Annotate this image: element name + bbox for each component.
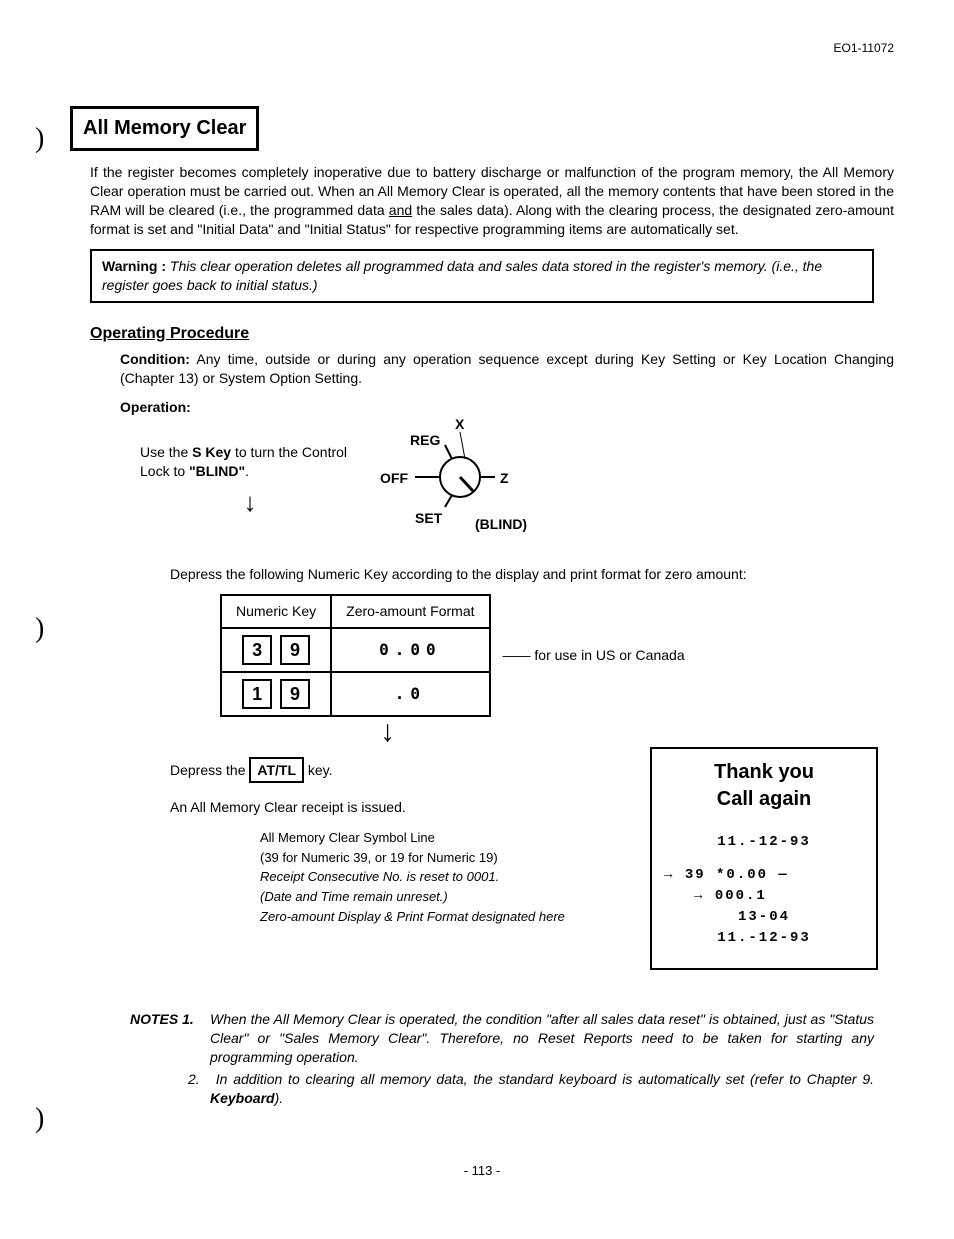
intro-paragraph: If the register becomes completely inope… — [90, 163, 894, 239]
condition-text: Any time, outside or during any operatio… — [120, 351, 894, 386]
warning-text: This clear operation deletes all program… — [102, 258, 822, 293]
notes-section: NOTES 1. When the All Memory Clear is op… — [130, 1010, 874, 1112]
key-3: 3 — [242, 635, 272, 665]
key-9: 9 — [280, 635, 310, 665]
receipt-thankyou: Thank you — [664, 759, 864, 786]
note-2: 2. In addition to clearing all memory da… — [210, 1070, 874, 1108]
note-1: When the All Memory Clear is operated, t… — [210, 1010, 874, 1067]
section-title: All Memory Clear — [70, 106, 259, 151]
fmt-0: .0 — [395, 684, 426, 703]
receipt-annotations: All Memory Clear Symbol Line (39 for Num… — [260, 827, 610, 969]
key-1: 1 — [242, 679, 272, 709]
document-id: EO1-11072 — [70, 40, 894, 56]
receipt-amount: → 39 *0.00 — — [664, 866, 864, 885]
condition-line: Condition: Any time, outside or during a… — [120, 350, 894, 388]
numeric-key-table: Numeric Key Zero-amount Format 3 9 0.00 … — [220, 594, 491, 717]
down-arrow-icon: ↓ — [380, 717, 894, 747]
table-row-note: —— for use in US or Canada — [503, 646, 685, 665]
receipt-cons: → 000.1 — [664, 887, 864, 906]
key-9b: 9 — [280, 679, 310, 709]
control-lock-dial: X REG OFF Z SET (BLIND) — [360, 417, 560, 547]
notes-label: NOTES — [130, 1011, 178, 1027]
th-numeric-key: Numeric Key — [221, 595, 331, 628]
operating-procedure-heading: Operating Procedure — [90, 323, 894, 345]
fmt-000: 0.00 — [379, 640, 442, 659]
attl-key: AT/TL — [249, 757, 304, 784]
receipt-date: 11.-12-93 — [664, 833, 864, 852]
binding-paren-1: ) — [35, 120, 44, 158]
th-zero-format: Zero-amount Format — [331, 595, 489, 628]
step-1-instruction: Use the S Key to turn the Control Lock t… — [140, 443, 360, 520]
operation-label: Operation: — [120, 398, 894, 417]
dial-svg — [360, 417, 560, 537]
depress-intro: Depress the following Numeric Key accord… — [170, 565, 894, 584]
down-arrow-icon: ↓ — [140, 485, 360, 520]
table-row: 3 9 0.00 — [221, 628, 490, 672]
receipt-callagain: Call again — [664, 786, 864, 813]
page-number: - 113 - — [70, 1162, 894, 1180]
receipt-date2: 11.-12-93 — [664, 929, 864, 948]
condition-label: Condition: — [120, 351, 190, 367]
warning-box: Warning : This clear operation deletes a… — [90, 249, 874, 303]
sample-receipt: Thank you Call again 11.-12-93 → 39 *0.0… — [650, 747, 878, 969]
binding-paren-2: ) — [35, 610, 44, 648]
binding-paren-3: ) — [35, 1100, 44, 1138]
warning-label: Warning : — [102, 258, 166, 274]
table-row: 1 9 .0 — [221, 672, 490, 716]
receipt-time: 13-04 — [664, 908, 864, 927]
